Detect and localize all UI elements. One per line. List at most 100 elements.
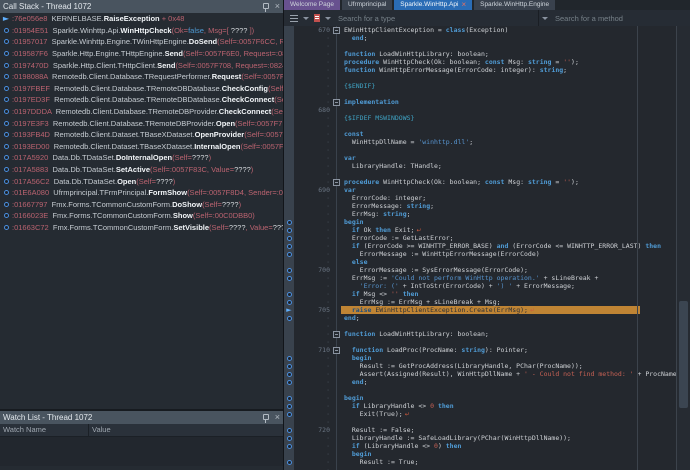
- code-line[interactable]: 680: [284, 106, 677, 114]
- breakpoint-gutter-cell[interactable]: [284, 250, 294, 258]
- code-line[interactable]: ·function WinHttpErrorMessage(ErrorCode:…: [284, 66, 677, 74]
- editor-scrollbar[interactable]: [676, 26, 690, 470]
- breakpoint-gutter-cell[interactable]: [284, 274, 294, 282]
- tab-sparkle-winhttp-api[interactable]: Sparkle.WinHttp.Api ×: [394, 0, 472, 10]
- breakpoint-gutter-cell[interactable]: [284, 114, 294, 122]
- breakpoint-gutter-cell[interactable]: [284, 98, 294, 106]
- watch-name-column-header[interactable]: Watch Name: [3, 425, 46, 434]
- code-line[interactable]: · end;: [284, 34, 677, 42]
- code-line[interactable]: ·const: [284, 130, 677, 138]
- fold-marker-icon[interactable]: [333, 179, 340, 186]
- code-line[interactable]: ·: [284, 122, 677, 130]
- breakpoint-gutter-cell[interactable]: [284, 346, 294, 354]
- breakpoint-gutter-cell[interactable]: [284, 178, 294, 186]
- breakpoint-gutter-cell[interactable]: [284, 394, 294, 402]
- code-line[interactable]: · else: [284, 258, 677, 266]
- breakpoint-gutter-cell[interactable]: [284, 106, 294, 114]
- breakpoint-gutter-cell[interactable]: ►: [284, 306, 294, 314]
- breakpoint-gutter-cell[interactable]: [284, 330, 294, 338]
- breakpoint-gutter-cell[interactable]: [284, 434, 294, 442]
- breakpoint-gutter-cell[interactable]: [284, 322, 294, 330]
- stack-frame[interactable]: :0193ED00 Remotedb.Client.Dataset.TBaseX…: [0, 141, 283, 153]
- watch-value-column-header[interactable]: Value: [92, 425, 111, 434]
- stack-frame[interactable]: :01667797 Fmx.Forms.TCommonCustomForm.Do…: [0, 199, 283, 211]
- stack-frame[interactable]: :0197FBEF Remotedb.Client.Database.TRemo…: [0, 83, 283, 95]
- breakpoint-gutter-cell[interactable]: [284, 146, 294, 154]
- stack-frame[interactable]: :0198088A Remotedb.Client.Database.TRequ…: [0, 71, 283, 83]
- code-line[interactable]: ·implementation: [284, 98, 677, 106]
- breakpoint-gutter-cell[interactable]: [284, 82, 294, 90]
- code-line[interactable]: · Exit(True);↵: [284, 410, 677, 418]
- code-line[interactable]: · Assert(Assigned(Result), WinHttpDllNam…: [284, 370, 677, 378]
- stack-frame[interactable]: :0166023E Fmx.Forms.TCommonCustomForm.Sh…: [0, 210, 283, 222]
- stack-frame[interactable]: :01663C72 Fmx.Forms.TCommonCustomForm.Se…: [0, 222, 283, 234]
- code-line[interactable]: 710 function LoadProc(ProcName: string):…: [284, 346, 677, 354]
- breakpoint-gutter-cell[interactable]: [284, 442, 294, 450]
- code-line[interactable]: · LibraryHandle := SafeLoadLibrary(PChar…: [284, 434, 677, 442]
- code-line[interactable]: · Result := GetProcAddress(LibraryHandle…: [284, 362, 677, 370]
- code-line[interactable]: · 'Error: (' + IntToStr(ErrorCode) + ') …: [284, 282, 677, 290]
- stack-frame[interactable]: :017A5920 Data.Db.TDataSet.DoInternalOpe…: [0, 152, 283, 164]
- code-line[interactable]: · Result := True;: [284, 458, 677, 466]
- code-line[interactable]: ·function LoadWinHttpLibrary: boolean;: [284, 330, 677, 338]
- breakpoint-gutter-cell[interactable]: [284, 50, 294, 58]
- code-line[interactable]: · if (ErrorCode >= WINHTTP_ERROR_BASE) a…: [284, 242, 677, 250]
- stack-frame[interactable]: :01954E51 Sparkle.Winhttp.Api.WinHttpChe…: [0, 25, 283, 37]
- code-line[interactable]: · WinHttpDllName = 'winhttp.dll';: [284, 138, 677, 146]
- search-method-input[interactable]: Search for a method: [555, 14, 686, 23]
- code-line[interactable]: ·: [284, 170, 677, 178]
- breakpoint-gutter-cell[interactable]: [284, 66, 294, 74]
- stack-frame[interactable]: :017A56C2 Data.Db.TDataSet.Open(Self=???…: [0, 175, 283, 187]
- breakpoint-gutter-cell[interactable]: [284, 218, 294, 226]
- code-line[interactable]: · begin: [284, 354, 677, 362]
- code-line[interactable]: · if (LibraryHandle <> 0) then: [284, 442, 677, 450]
- code-line[interactable]: · if LibraryHandle <> 0 then: [284, 402, 677, 410]
- breakpoint-gutter-cell[interactable]: [284, 202, 294, 210]
- close-tab-icon[interactable]: ×: [461, 1, 466, 9]
- stack-frame[interactable]: :019587F6 Sparkle.Http.Engine.THttpEngin…: [0, 48, 283, 60]
- code-line[interactable]: ·: [284, 74, 677, 82]
- breakpoint-gutter-cell[interactable]: [284, 338, 294, 346]
- code-line[interactable]: · ErrorMessage := WinHttpErrorMessage(Er…: [284, 250, 677, 258]
- breakpoint-gutter-cell[interactable]: [284, 354, 294, 362]
- breakpoint-gutter-cell[interactable]: [284, 402, 294, 410]
- chevron-down-icon[interactable]: [303, 17, 309, 20]
- breakpoint-gutter-cell[interactable]: [284, 450, 294, 458]
- stack-frame[interactable]: :017A5883 Data.Db.TDataSet.SetActive(Sel…: [0, 164, 283, 176]
- stack-frame[interactable]: ►:76e056e8 KERNELBASE.RaiseException + 0…: [0, 13, 283, 25]
- breakpoint-gutter-cell[interactable]: [284, 458, 294, 466]
- stack-frame[interactable]: :0197470D Sparkle.Http.Client.THttpClien…: [0, 59, 283, 71]
- pin-icon[interactable]: [262, 413, 269, 422]
- code-line[interactable]: · if Msg <> '' then: [284, 290, 677, 298]
- code-line[interactable]: · ErrMsg := 'Could not perform WinHttp o…: [284, 274, 677, 282]
- code-line[interactable]: ·: [284, 322, 677, 330]
- stack-frame[interactable]: :0197DDDA Remotedb.Client.Database.TRemo…: [0, 106, 283, 118]
- breakpoint-gutter-cell[interactable]: [284, 266, 294, 274]
- code-line[interactable]: ►705 raise EWinHttpClientException.Creat…: [284, 306, 677, 314]
- close-icon[interactable]: ×: [275, 2, 280, 11]
- breakpoint-gutter-cell[interactable]: [284, 410, 294, 418]
- code-line[interactable]: ·begin: [284, 218, 677, 226]
- breakpoint-gutter-cell[interactable]: [284, 258, 294, 266]
- chevron-down-icon[interactable]: [325, 17, 331, 20]
- stack-frame[interactable]: :0197E3F3 Remotedb.Client.Database.TRemo…: [0, 117, 283, 129]
- stack-frame[interactable]: :01E6A080 Ufrmprincipal.TFrmPrincipal.Fo…: [0, 187, 283, 199]
- stack-frame[interactable]: :01957017 Sparkle.Winhttp.Engine.TWinHtt…: [0, 36, 283, 48]
- code-line[interactable]: 670EWinHttpClientException = class(Excep…: [284, 26, 677, 34]
- code-line[interactable]: ·var: [284, 154, 677, 162]
- code-line[interactable]: · ErrMsg := ErrMsg + sLineBreak + Msg;: [284, 298, 677, 306]
- code-line[interactable]: · LibraryHandle: THandle;: [284, 162, 677, 170]
- stack-frame[interactable]: :0193FB4D Remotedb.Client.Dataset.TBaseX…: [0, 129, 283, 141]
- code-line[interactable]: ·: [284, 42, 677, 50]
- unit-file-icon[interactable]: [314, 14, 320, 22]
- code-line[interactable]: · ErrMsg: string;: [284, 210, 677, 218]
- code-line[interactable]: ·{$IFDEF MSWINDOWS}: [284, 114, 677, 122]
- code-line[interactable]: ·: [284, 90, 677, 98]
- breakpoint-gutter-cell[interactable]: [284, 34, 294, 42]
- code-line[interactable]: ·end;: [284, 314, 677, 322]
- fold-marker-icon[interactable]: [333, 27, 340, 34]
- breakpoint-gutter-cell[interactable]: [284, 242, 294, 250]
- structure-view-icon[interactable]: [290, 15, 298, 22]
- breakpoint-gutter-cell[interactable]: [284, 314, 294, 322]
- breakpoint-gutter-cell[interactable]: [284, 170, 294, 178]
